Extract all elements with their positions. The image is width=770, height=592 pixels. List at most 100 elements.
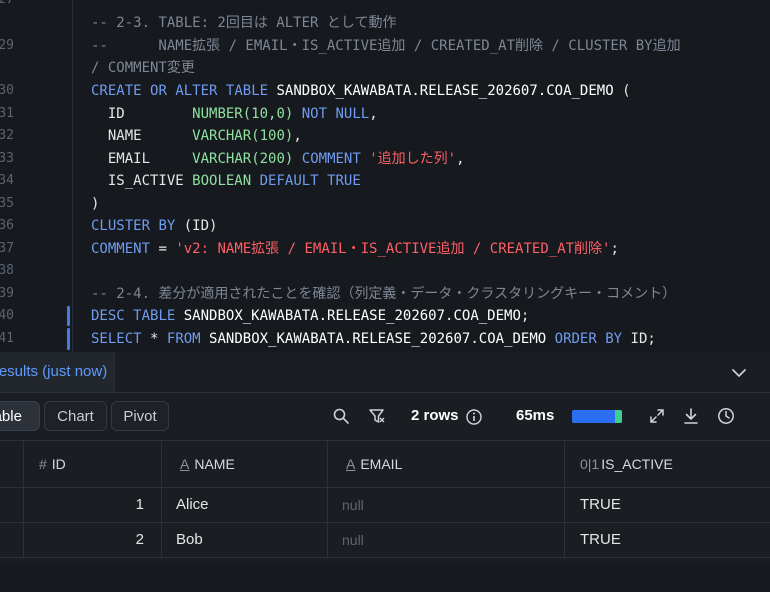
sql-keyword: NOT: [301, 106, 328, 122]
code-line: -- 2-3. TABLE: 2回目は ALTER として動作: [91, 12, 396, 34]
sql-identifier: ID;: [630, 331, 656, 347]
sql-keyword: DEFAULT: [259, 173, 319, 189]
sql-keyword: SELECT: [91, 331, 142, 347]
sql-string: '追加した列': [369, 151, 457, 167]
sql-type: BOOLEAN: [192, 173, 252, 189]
sql-keyword: BY: [605, 331, 623, 347]
line-number: 36: [0, 218, 14, 233]
column-header-label: IS_ACTIVE: [601, 456, 673, 472]
history-clock-icon[interactable]: [717, 407, 735, 425]
column-header-email[interactable]: A EMAIL: [328, 441, 565, 487]
sql-comment: -- 2-4. 差分が適用されたことを確認（列定義・データ・クラスタリングキー・…: [91, 286, 677, 302]
sql-punct: ): [91, 196, 100, 212]
tab-results-label: Results (just now): [0, 363, 108, 380]
code-line: CLUSTER BY (ID): [91, 215, 217, 237]
line-number: 27: [0, 0, 14, 11]
code-line: COMMENT = 'v2: NAME拡張 / EMAIL・IS_ACTIVE追…: [91, 238, 619, 260]
table-row[interactable]: 1 Alice null TRUE: [0, 487, 770, 523]
sql-type: VARCHAR: [192, 151, 252, 167]
code-line: -- NAME拡張 / EMAIL・IS_ACTIVE追加 / CREATED_…: [91, 35, 681, 57]
table-view-label: Table: [0, 408, 22, 425]
cell-is-active[interactable]: TRUE: [565, 488, 770, 523]
sql-keyword: NULL: [335, 106, 370, 122]
sql-keyword: ALTER: [175, 83, 218, 99]
table-view-button[interactable]: Table: [0, 401, 40, 431]
sql-keyword: FROM: [166, 331, 201, 347]
table-row[interactable]: 2 Bob null TRUE: [0, 522, 770, 558]
sql-comment: / COMMENT変更: [91, 60, 195, 76]
sql-editor[interactable]: 27 29 30 31 32 33 34 35 36 37 38 39 40 4…: [0, 0, 770, 352]
info-icon[interactable]: [465, 408, 483, 426]
sql-operator: *: [150, 331, 159, 347]
code-line: CREATE OR ALTER TABLE SANDBOX_KAWABATA.R…: [91, 80, 631, 102]
sql-column: NAME: [107, 128, 142, 144]
sql-punct: ,: [293, 128, 302, 144]
sql-punct: ;: [610, 241, 619, 257]
sql-operator: =: [158, 241, 167, 257]
code-line: -- 2-4. 差分が適用されたことを確認（列定義・データ・クラスタリングキー・…: [91, 283, 676, 305]
line-number: 40: [0, 308, 14, 323]
sql-keyword: COMMENT: [91, 241, 151, 257]
filter-icon[interactable]: [368, 407, 386, 425]
line-number: 37: [0, 241, 14, 256]
results-grid: # ID A NAME A EMAIL 0|1 IS_ACTIVE 1 Alice nu…: [0, 440, 770, 566]
sql-keyword: TRUE: [327, 173, 361, 189]
line-number: 39: [0, 286, 14, 301]
sql-keyword: DESC: [91, 308, 125, 324]
expand-icon[interactable]: [648, 407, 666, 425]
sql-column: EMAIL: [107, 151, 151, 167]
sql-punct: (ID): [183, 218, 218, 234]
text-type-icon: A: [180, 456, 190, 472]
column-header-is-active[interactable]: 0|1 IS_ACTIVE: [565, 441, 770, 487]
results-tabbar: Results (just now): [0, 352, 770, 393]
boolean-type-icon: 0|1: [580, 456, 600, 472]
row-count: 2 rows: [411, 407, 459, 424]
chevron-down-icon[interactable]: [730, 364, 748, 382]
cell-email[interactable]: null: [328, 488, 565, 523]
sql-type: VARCHAR: [192, 128, 252, 144]
query-timing-bar-fill: [614, 410, 622, 423]
column-header-name[interactable]: A NAME: [162, 441, 328, 487]
sql-identifier: SANDBOX_KAWABATA.RELEASE_202607.COA_DEMO: [209, 331, 547, 347]
code-line: ID NUMBER(10,0) NOT NULL,: [91, 103, 378, 125]
cell-is-active[interactable]: TRUE: [565, 523, 770, 558]
tab-results[interactable]: Results (just now): [0, 352, 115, 392]
column-header-id[interactable]: # ID: [24, 441, 162, 487]
sql-type-args: (10,0): [242, 106, 294, 122]
row-number-cell: [0, 488, 24, 523]
search-icon[interactable]: [332, 407, 350, 425]
sql-string: 'v2: NAME拡張 / EMAIL・IS_ACTIVE追加 / CREATE…: [175, 241, 611, 257]
line-number: 34: [0, 173, 14, 188]
sql-type-args: (200): [251, 151, 294, 167]
sql-type-args: (100): [251, 128, 294, 144]
cell-name[interactable]: Alice: [162, 488, 328, 523]
sql-keyword: TABLE: [133, 308, 176, 324]
line-number-gutter: 27 29 30 31 32 33 34 35 36 37 38 39 40 4…: [0, 0, 72, 352]
sql-column: ID: [107, 106, 125, 122]
sql-punct: ,: [456, 151, 465, 167]
code-line: NAME VARCHAR(100),: [91, 125, 302, 147]
code-line: IS_ACTIVE BOOLEAN DEFAULT TRUE: [91, 170, 361, 192]
cell-name[interactable]: Bob: [162, 523, 328, 558]
chart-view-button[interactable]: Chart: [44, 401, 107, 431]
code-line: EMAIL VARCHAR(200) COMMENT '追加した列',: [91, 148, 465, 170]
line-number: 32: [0, 128, 14, 143]
code-line: DESC TABLE SANDBOX_KAWABATA.RELEASE_2026…: [91, 305, 529, 327]
download-icon[interactable]: [682, 407, 700, 425]
cell-id[interactable]: 1: [24, 488, 162, 523]
cell-id[interactable]: 2: [24, 523, 162, 558]
line-number: 30: [0, 83, 14, 98]
query-duration: 65ms: [516, 407, 555, 424]
sql-keyword: OR: [150, 83, 167, 99]
number-type-icon: #: [39, 456, 47, 472]
sql-comment: -- NAME拡張 / EMAIL・IS_ACTIVE追加 / CREATED_…: [91, 38, 681, 54]
sql-keyword: BY: [158, 218, 176, 234]
line-change-marker: [67, 306, 70, 326]
code-line: / COMMENT変更: [91, 57, 195, 79]
pivot-view-button[interactable]: Pivot: [111, 401, 169, 431]
sql-punct: ;: [520, 308, 530, 324]
code-line: SELECT * FROM SANDBOX_KAWABATA.RELEASE_2…: [91, 328, 656, 350]
row-number-cell: [0, 523, 24, 558]
sql-comment: -- 2-3. TABLE: 2回目は ALTER として動作: [91, 15, 397, 31]
cell-email[interactable]: null: [328, 523, 565, 558]
